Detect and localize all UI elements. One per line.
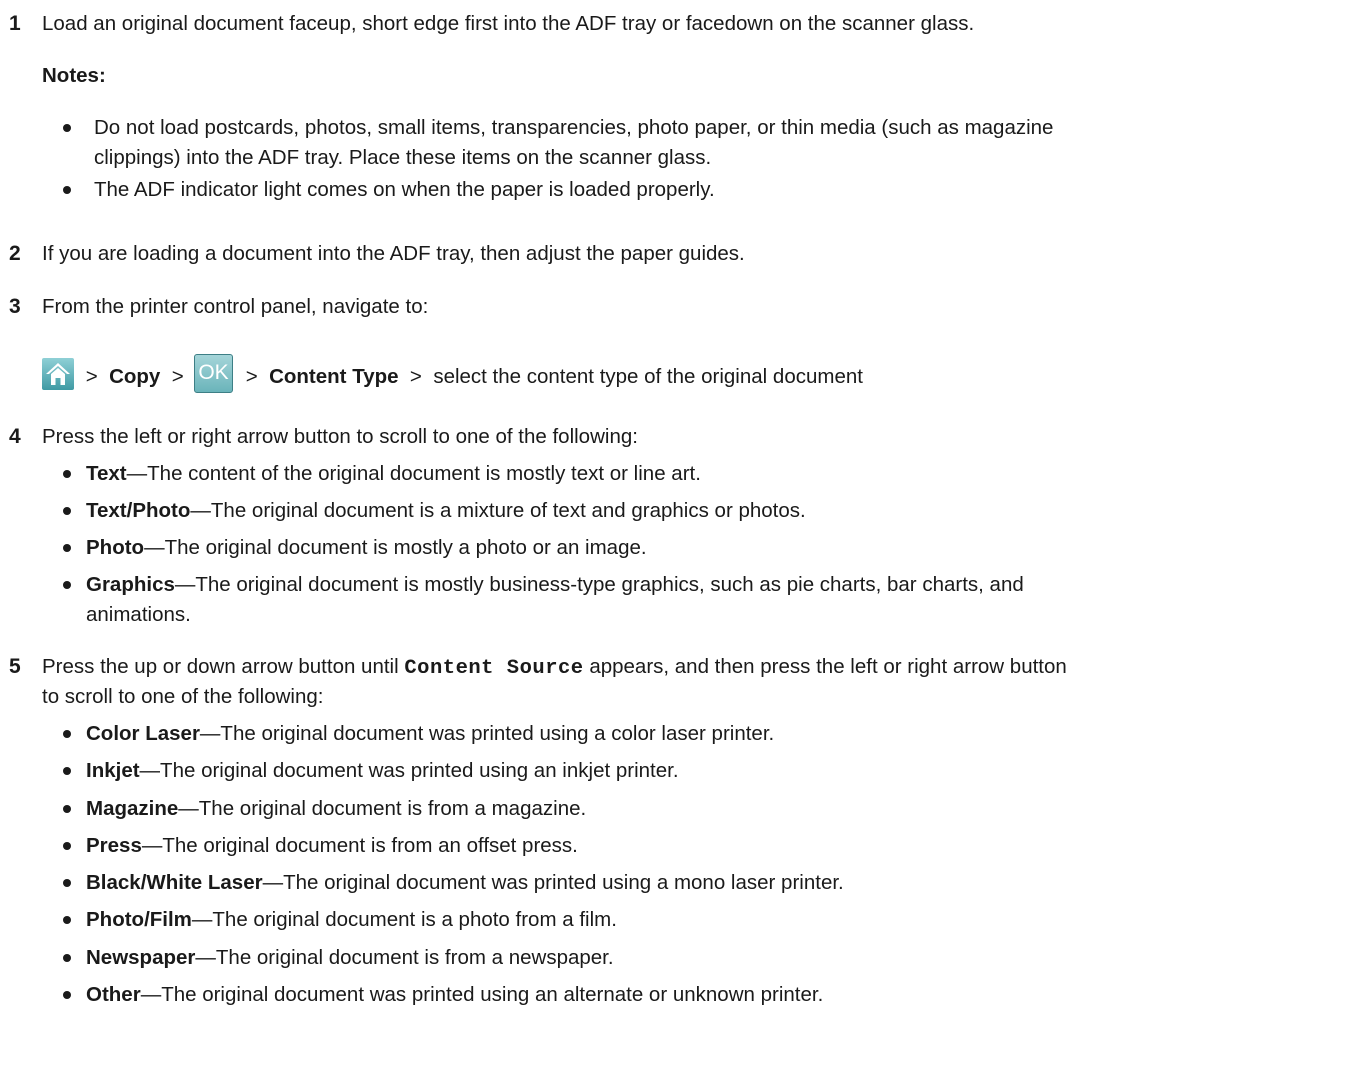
dash: —: [139, 759, 161, 782]
content-source-item: Black/White Laser—The original document …: [86, 870, 844, 896]
nav-content-type: Content Type: [269, 365, 399, 388]
step-4-number: 4: [9, 425, 21, 448]
item-term: Inkjet: [86, 759, 140, 782]
step-3-number: 3: [9, 295, 21, 318]
note-1-line-1: Do not load postcards, photos, small ite…: [94, 116, 1054, 139]
dash: —: [190, 499, 211, 522]
nav-rest: select the content type of the original …: [433, 365, 863, 388]
step-2-number: 2: [9, 242, 21, 265]
item-desc: The original document is a photo from a …: [212, 908, 617, 931]
step-5-text-line-2: to scroll to one of the following:: [42, 685, 324, 708]
content-source-item: Other—The original document was printed …: [86, 982, 823, 1008]
item-desc-continued: animations.: [86, 603, 191, 626]
item-term: Other: [86, 983, 141, 1006]
bullet-icon: [63, 507, 71, 515]
item-desc: The original document is from a magazine…: [198, 797, 587, 820]
nav-separator: >: [404, 365, 428, 388]
content-source-item: Newspaper—The original document is from …: [86, 945, 614, 971]
note-2: The ADF indicator light comes on when th…: [94, 178, 715, 201]
item-term: Graphics: [86, 573, 175, 596]
dash: —: [174, 573, 196, 596]
navigation-path: > Copy >: [80, 364, 189, 390]
content-source-code: Content Source: [404, 657, 584, 680]
dash: —: [195, 946, 216, 969]
step-2-text: If you are loading a document into the A…: [42, 242, 745, 265]
content-source-item: Inkjet—The original document was printed…: [86, 758, 679, 784]
item-term: Text: [86, 462, 127, 485]
nav-separator: >: [80, 365, 104, 388]
dash: —: [262, 871, 284, 894]
dash: —: [178, 797, 199, 820]
home-icon: [42, 358, 74, 390]
nav-separator: >: [240, 365, 264, 388]
item-term: Photo: [86, 536, 145, 559]
bullet-icon: [63, 186, 71, 194]
bullet-icon: [63, 730, 71, 738]
item-desc: The original document is from an offset …: [162, 834, 578, 857]
notes-label: Notes:: [42, 64, 106, 87]
item-term: Text/Photo: [86, 499, 191, 522]
note-1-line-2: clippings) into the ADF tray. Place thes…: [94, 146, 712, 169]
step-3-text: From the printer control panel, navigate…: [42, 295, 429, 318]
dash: —: [191, 908, 213, 931]
bullet-icon: [63, 767, 71, 775]
bullet-icon: [63, 124, 71, 132]
bullet-icon: [63, 581, 71, 589]
dash: —: [144, 536, 165, 559]
item-desc: The original document was printed using …: [161, 983, 824, 1006]
item-desc: The original document is a mixture of te…: [210, 499, 806, 522]
content-type-item: Text—The content of the original documen…: [86, 461, 701, 487]
item-desc: The original document was printed using …: [283, 871, 844, 894]
bullet-icon: [63, 544, 71, 552]
item-desc: The original document was printed using …: [220, 722, 775, 745]
dash: —: [140, 983, 162, 1006]
ok-button-icon: OK: [194, 354, 233, 393]
step-5-number: 5: [9, 655, 21, 678]
bullet-icon: [63, 842, 71, 850]
item-term: Color Laser: [86, 722, 200, 745]
nav-copy: Copy: [109, 365, 161, 388]
content-source-item: Magazine—The original document is from a…: [86, 796, 586, 822]
step-1-number: 1: [9, 12, 21, 35]
bullet-icon: [63, 916, 71, 924]
item-desc: The original document is from a newspape…: [215, 946, 614, 969]
dash: —: [126, 462, 148, 485]
dash: —: [199, 722, 221, 745]
navigation-path-rest: > Content Type > select the content type…: [240, 364, 863, 390]
bullet-icon: [63, 805, 71, 813]
dash: —: [141, 834, 163, 857]
item-term: Newspaper: [86, 946, 196, 969]
content-type-item: Photo—The original document is mostly a …: [86, 535, 647, 561]
step-1-text: Load an original document faceup, short …: [42, 12, 975, 35]
content-type-item: Text/Photo—The original document is a mi…: [86, 498, 806, 524]
item-desc: The original document is mostly a photo …: [164, 536, 647, 559]
content-source-item: Photo/Film—The original document is a ph…: [86, 907, 617, 933]
item-desc: The original document is mostly business…: [195, 573, 1024, 596]
bullet-icon: [63, 879, 71, 887]
step-4-text: Press the left or right arrow button to …: [42, 425, 638, 448]
step-5-text-pre: Press the up or down arrow button until: [42, 655, 399, 678]
bullet-icon: [63, 470, 71, 478]
item-term: Photo/Film: [86, 908, 192, 931]
step-5-text-post: appears, and then press the left or righ…: [589, 655, 1067, 678]
item-term: Press: [86, 834, 142, 857]
item-term: Black/White Laser: [86, 871, 263, 894]
nav-separator: >: [166, 365, 190, 388]
content-source-item: Color Laser—The original document was pr…: [86, 721, 774, 747]
item-desc: The content of the original document is …: [147, 462, 701, 485]
content-type-item: Graphics—The original document is mostly…: [86, 572, 1024, 598]
content-source-item: Press—The original document is from an o…: [86, 833, 578, 859]
bullet-icon: [63, 991, 71, 999]
step-5-text-line-1: Press the up or down arrow button until …: [42, 654, 1067, 682]
item-desc: The original document was printed using …: [160, 759, 679, 782]
item-term: Magazine: [86, 797, 179, 820]
bullet-icon: [63, 954, 71, 962]
